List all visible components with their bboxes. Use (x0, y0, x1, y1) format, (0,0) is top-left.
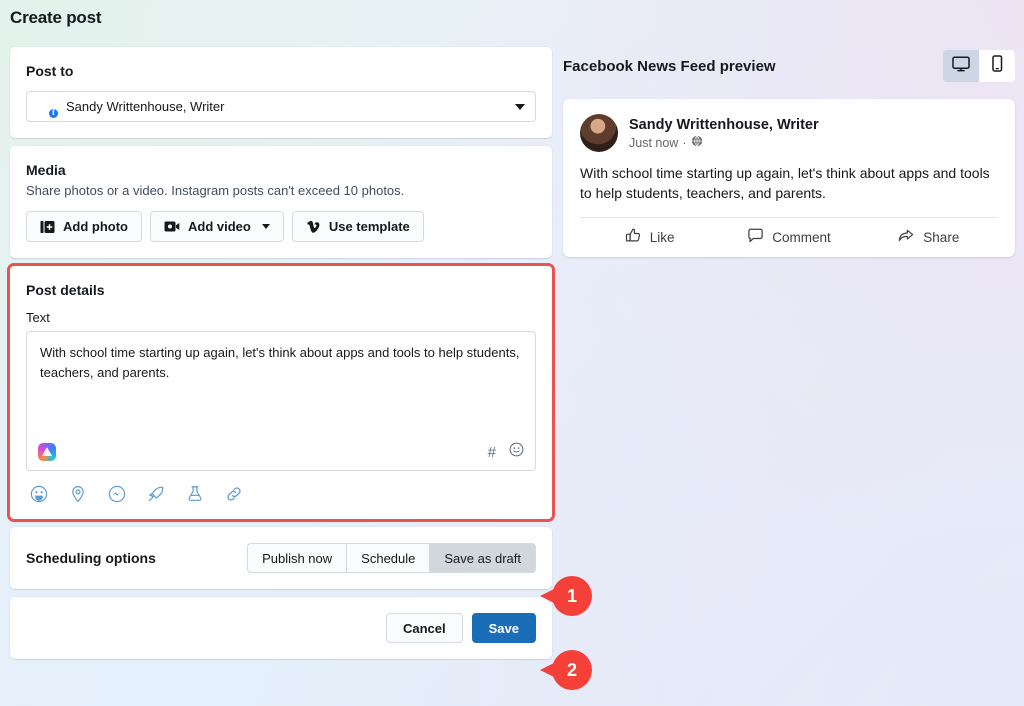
scheduling-segmented-control: Publish now Schedule Save as draft (247, 543, 536, 573)
share-icon (897, 227, 915, 247)
chevron-down-icon (515, 104, 525, 110)
page-title: Create post (10, 8, 101, 28)
add-video-label: Add video (188, 219, 251, 234)
create-post-form: Post to f Sandy Writtenhouse, Writer Med… (10, 47, 552, 667)
save-as-draft-option[interactable]: Save as draft (429, 543, 536, 573)
emoji-icon[interactable] (509, 442, 524, 462)
device-toggle (943, 50, 1015, 82)
feeling-icon[interactable] (30, 485, 48, 503)
use-template-button[interactable]: Use template (292, 211, 424, 242)
scheduling-card: Scheduling options Publish now Schedule … (10, 527, 552, 589)
location-icon[interactable] (69, 485, 87, 503)
post-text-input[interactable]: With school time starting up again, let'… (26, 331, 536, 471)
preview-panel: Facebook News Feed preview Sandy Written… (563, 47, 1015, 257)
post-to-selected-value: Sandy Writtenhouse, Writer (66, 99, 515, 114)
desktop-view-button[interactable] (943, 50, 979, 82)
callout-number: 2 (552, 650, 592, 690)
post-tools-row (26, 485, 536, 503)
post-text-value: With school time starting up again, let'… (40, 343, 522, 383)
mobile-view-button[interactable] (979, 50, 1015, 82)
use-template-label: Use template (329, 219, 410, 234)
preview-post-body: With school time starting up again, let'… (580, 163, 998, 204)
scheduling-title: Scheduling options (26, 550, 156, 566)
add-video-button[interactable]: Add video (150, 211, 284, 242)
media-card: Media Share photos or a video. Instagram… (10, 146, 552, 258)
ai-assistant-icon[interactable] (38, 443, 56, 461)
post-to-card: Post to f Sandy Writtenhouse, Writer (10, 47, 552, 138)
account-avatar: f (37, 97, 57, 117)
media-title: Media (26, 162, 536, 178)
add-photo-label: Add photo (63, 219, 128, 234)
vimeo-icon (306, 220, 321, 234)
preview-post-actions: Like Comment Share (580, 217, 998, 257)
mobile-icon (990, 55, 1004, 77)
hashtag-icon[interactable]: # (488, 445, 496, 460)
schedule-option[interactable]: Schedule (346, 543, 429, 573)
form-footer: Cancel Save (10, 597, 552, 659)
like-button[interactable]: Like (580, 227, 719, 247)
cancel-button[interactable]: Cancel (386, 613, 463, 643)
text-field-label: Text (26, 310, 536, 325)
share-button[interactable]: Share (859, 227, 998, 247)
facebook-post-preview: Sandy Writtenhouse, Writer Just now · Wi… (563, 99, 1015, 257)
desktop-icon (952, 56, 970, 77)
messenger-icon[interactable] (108, 485, 126, 503)
preview-post-meta: Just now · (629, 135, 819, 150)
save-button[interactable]: Save (472, 613, 536, 643)
preview-timestamp: Just now (629, 136, 678, 150)
comment-button[interactable]: Comment (719, 227, 858, 247)
experiment-icon[interactable] (186, 485, 204, 503)
media-description: Share photos or a video. Instagram posts… (26, 183, 536, 198)
boost-icon[interactable] (147, 485, 165, 503)
avatar (580, 114, 618, 152)
chevron-down-icon (262, 224, 270, 229)
preview-title: Facebook News Feed preview (563, 58, 776, 75)
thumbs-up-icon (625, 227, 642, 247)
link-icon[interactable] (225, 485, 243, 503)
share-label: Share (923, 230, 959, 245)
textarea-footer: # (38, 442, 524, 462)
preview-author-name: Sandy Writtenhouse, Writer (629, 116, 819, 135)
preview-post-header: Sandy Writtenhouse, Writer Just now · (580, 114, 998, 152)
post-details-card: Post details Text With school time start… (10, 266, 552, 519)
post-to-select[interactable]: f Sandy Writtenhouse, Writer (26, 91, 536, 122)
callout-badge-1: 1 (540, 576, 592, 616)
add-photo-button[interactable]: Add photo (26, 211, 142, 242)
meta-separator: · (682, 136, 686, 150)
callout-badge-2: 2 (540, 650, 592, 690)
callout-number: 1 (552, 576, 592, 616)
video-icon (164, 220, 180, 233)
post-to-title: Post to (26, 63, 536, 79)
comment-icon (747, 227, 764, 247)
facebook-badge-icon: f (48, 108, 59, 119)
comment-label: Comment (772, 230, 831, 245)
globe-icon (691, 135, 703, 150)
preview-header: Facebook News Feed preview (563, 47, 1015, 85)
media-button-row: Add photo Add video Use template (26, 211, 536, 242)
post-details-title: Post details (26, 282, 536, 298)
photo-icon (40, 220, 55, 234)
like-label: Like (650, 230, 675, 245)
publish-now-option[interactable]: Publish now (247, 543, 346, 573)
